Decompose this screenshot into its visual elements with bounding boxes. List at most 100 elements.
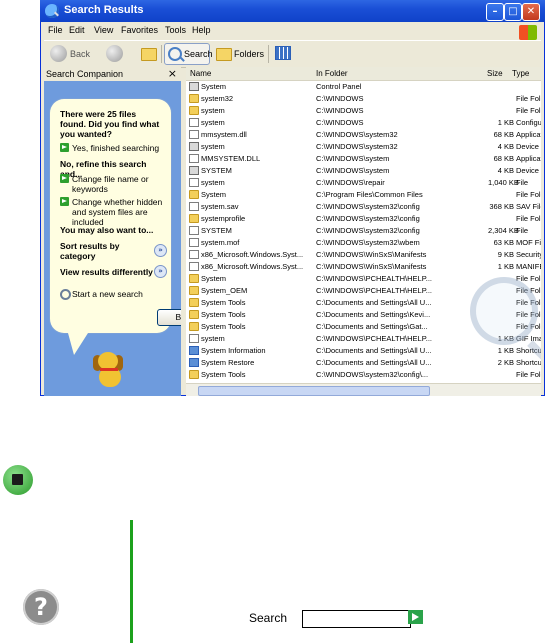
table-row[interactable]: System Restore C:\Documents and Settings\…	[186, 357, 541, 369]
menu-help[interactable]: Help	[192, 25, 211, 35]
table-row[interactable]: System Control Panel	[186, 81, 541, 93]
minimize-button[interactable]: –	[486, 3, 504, 21]
file-name: System Tools	[201, 322, 246, 331]
back-button[interactable]: Back	[157, 309, 181, 326]
chevron-down-icon[interactable]: »	[154, 244, 167, 257]
table-row[interactable]: MMSYSTEM.DLL C:\WINDOWS\system 68 KB Applic…	[186, 153, 541, 165]
table-row[interactable]: SYSTEM C:\WINDOWS\system 4 KBDevice driver	[186, 165, 541, 177]
views-icon[interactable]	[275, 46, 291, 60]
file-folder: C:\WINDOWS\system	[316, 166, 390, 175]
file-icon	[189, 178, 199, 187]
table-row[interactable]: system C:\WINDOWS\repair 1,040 KB File	[186, 177, 541, 189]
system-file-icon	[189, 82, 199, 91]
table-row[interactable]: mmsystem.dll C:\WINDOWS\system32 68 KB Appl…	[186, 129, 541, 141]
in-folder-column-header[interactable]: In Folder	[316, 69, 348, 78]
file-icon	[189, 202, 199, 211]
file-icon	[189, 262, 199, 271]
file-folder: C:\WINDOWS	[316, 118, 364, 127]
table-row[interactable]: system.mof C:\WINDOWS\system32\wbem 63 KB M…	[186, 237, 541, 249]
file-name: System_OEM	[201, 286, 248, 295]
file-type: File	[516, 226, 529, 235]
start-new-search-link[interactable]: Start a new search	[72, 289, 168, 299]
menu-tools[interactable]: Tools	[165, 25, 186, 35]
table-row[interactable]: x86_Microsoft.Windows.Syst... C:\WINDOWS\…	[186, 261, 541, 273]
go-arrow-icon[interactable]	[408, 610, 423, 624]
table-row[interactable]: System Tools C:\WINDOWS\system32\config\.…	[186, 369, 541, 381]
file-folder: C:\WINDOWS	[316, 94, 364, 103]
size-column-header[interactable]: Size	[487, 69, 503, 78]
table-row[interactable]: system C:\WINDOWS\system32 4 KBDevice driv…	[186, 141, 541, 153]
results-list[interactable]: Name In Folder Size Type System Control P…	[186, 67, 541, 396]
file-folder: C:\WINDOWS\PCHEALTH\HELP...	[316, 334, 432, 343]
file-type: MANIFEST	[516, 262, 541, 271]
help-search-input[interactable]	[302, 610, 411, 628]
change-file-name-link[interactable]: Change file name or keywords	[72, 174, 156, 194]
menu-edit[interactable]: Edit	[69, 25, 85, 35]
file-icon	[189, 334, 199, 343]
help-question-icon: ?	[23, 589, 59, 625]
file-name: System Tools	[201, 370, 246, 379]
menu-favorites[interactable]: Favorites	[121, 25, 158, 35]
folders-button[interactable]: Folders	[234, 49, 264, 59]
file-folder: C:\WINDOWS\system32	[316, 142, 398, 151]
table-row[interactable]: x86_Microsoft.Windows.Syst... C:\WINDOWS\…	[186, 249, 541, 261]
name-column-header[interactable]: Name	[190, 69, 211, 78]
folder-icon	[189, 274, 199, 283]
search-companion-pane: Search Companion × There were 25 files f…	[44, 67, 181, 396]
table-row[interactable]: System Information C:\Documents and Setti…	[186, 345, 541, 357]
file-name: system	[201, 334, 225, 343]
table-row[interactable]: systemprofile C:\WINDOWS\system32\config F…	[186, 213, 541, 225]
file-folder: C:\Documents and Settings\All U...	[316, 346, 432, 355]
close-button[interactable]: ✕	[522, 3, 540, 21]
file-folder: C:\WINDOWS\system32\wbem	[316, 238, 420, 247]
table-row[interactable]: system C:\WINDOWS 1 KBConfiguration	[186, 117, 541, 129]
search-companion-bubble: There were 25 files found. Did you find …	[50, 99, 172, 355]
chevron-down-icon[interactable]: »	[154, 265, 167, 278]
new-search-icon	[60, 289, 71, 300]
menu-view[interactable]: View	[94, 25, 113, 35]
table-row[interactable]: system32 C:\WINDOWS File Folder	[186, 93, 541, 105]
forward-arrow-icon[interactable]	[106, 45, 123, 62]
up-folder-icon[interactable]	[141, 48, 157, 61]
file-name: System Information	[201, 346, 266, 355]
title-bar[interactable]: Search Results – □ ✕	[40, 0, 545, 22]
table-row[interactable]: SYSTEM C:\WINDOWS\system32\config 2,304 KB…	[186, 225, 541, 237]
search-icon	[168, 47, 182, 61]
file-folder: Control Panel	[316, 82, 362, 91]
search-dog-icon[interactable]	[82, 352, 142, 396]
folder-icon	[189, 286, 199, 295]
sort-results-link[interactable]: Sort results by category	[60, 241, 148, 261]
table-row[interactable]: system.sav C:\WINDOWS\system32\config 368 …	[186, 201, 541, 213]
file-folder: C:\WINDOWS\PCHEALTH\HELP...	[316, 274, 432, 283]
table-row[interactable]: system C:\WINDOWS File Folder	[186, 105, 541, 117]
file-name: systemprofile	[201, 214, 246, 223]
column-headers: Name In Folder Size Type	[186, 67, 541, 81]
change-hidden-files-link[interactable]: Change whether hidden and system files a…	[72, 197, 172, 227]
horizontal-scrollbar[interactable]	[186, 383, 541, 396]
back-arrow-icon[interactable]	[50, 45, 67, 62]
close-pane-icon[interactable]: ×	[168, 67, 177, 80]
file-folder: C:\WINDOWS\system32	[316, 130, 398, 139]
file-type: Shortcut	[516, 358, 541, 367]
file-icon	[189, 250, 199, 259]
file-icon	[189, 238, 199, 247]
maximize-button[interactable]: □	[504, 3, 522, 21]
shortcut-icon	[189, 358, 199, 367]
back-button-label[interactable]: Back	[70, 49, 90, 59]
system-file-icon	[189, 142, 199, 151]
file-type: File Folder	[516, 190, 541, 199]
scrollbar-thumb[interactable]	[198, 386, 430, 396]
view-results-link[interactable]: View results differently	[60, 267, 156, 277]
file-type: MOF File	[516, 238, 541, 247]
table-row[interactable]: System C:\Program Files\Common Files File …	[186, 189, 541, 201]
shortcut-icon	[189, 346, 199, 355]
green-arrow-icon	[60, 197, 69, 206]
file-name: system32	[201, 94, 234, 103]
search-button-label: Search	[184, 49, 213, 59]
window-title: Search Results	[64, 4, 144, 16]
green-divider	[130, 520, 133, 643]
file-size: 63 KB	[493, 238, 514, 247]
finished-searching-link[interactable]: Yes, finished searching	[72, 143, 168, 153]
menu-file[interactable]: File	[48, 25, 63, 35]
type-column-header[interactable]: Type	[512, 69, 529, 78]
